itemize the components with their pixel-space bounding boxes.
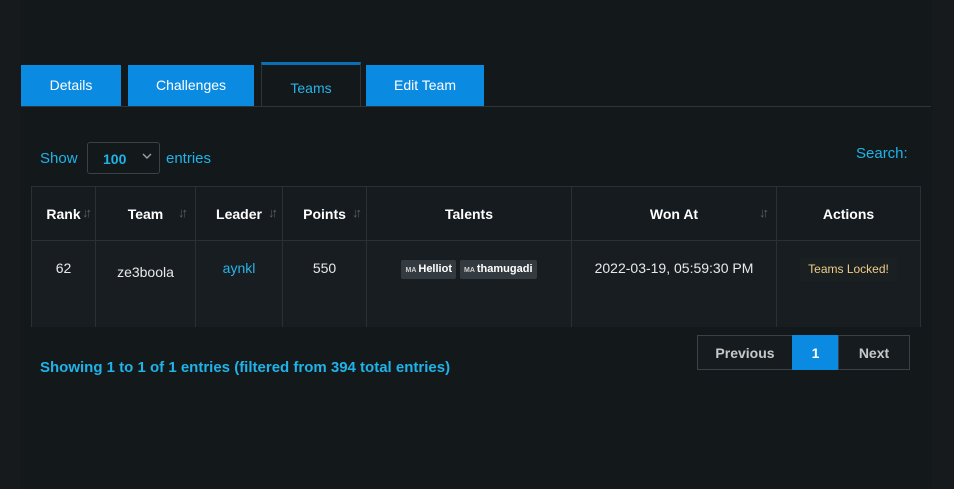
talent-badge: MA (405, 267, 417, 274)
entries-label: entries (166, 150, 212, 167)
talent-badge: MA (464, 267, 475, 274)
column-header-won-at[interactable]: Won At ↓↑ (572, 187, 777, 241)
cell-team: ze3boola (96, 241, 196, 327)
column-header-label: Leader (216, 205, 262, 222)
tab-bar: Details Challenges Teams Edit Team (21, 62, 931, 107)
talent-name: Helliot (418, 263, 452, 275)
cell-points: 550 (283, 241, 367, 327)
show-label: Show (40, 150, 78, 167)
sort-icon: ↓↑ (178, 205, 188, 220)
column-header-label: Team (127, 205, 164, 222)
teams-table: Rank ↓↑ Team ↓↑ Leader ↓↑ Points ↓↑ Tale… (31, 186, 921, 327)
cell-rank: 62 (32, 241, 96, 327)
column-header-label: Won At (649, 205, 699, 222)
cell-talents: MA Helliot MA thamugadi (367, 241, 572, 327)
points-value: 550 (312, 260, 337, 276)
column-header-label: Talents (445, 205, 493, 222)
sort-icon: ↓↑ (82, 205, 92, 220)
previous-button[interactable]: Previous (697, 335, 793, 370)
leader-link[interactable]: aynkl (223, 260, 256, 327)
page-size-select[interactable]: 100 (87, 142, 160, 174)
talent-tag: MA thamugadi (460, 260, 537, 279)
column-header-team[interactable]: Team ↓↑ (96, 187, 196, 241)
column-header-label: Rank (46, 205, 81, 222)
team-name: ze3boola (117, 264, 174, 280)
column-header-rank[interactable]: Rank ↓↑ (32, 187, 96, 241)
talent-tag: MA Helliot (401, 260, 456, 279)
column-header-label: Points (303, 205, 346, 222)
cell-leader: aynkl (196, 241, 283, 327)
page-1-button[interactable]: 1 (792, 335, 839, 370)
tab-edit-team[interactable]: Edit Team (366, 65, 484, 106)
pagination: Previous 1 Next (697, 335, 910, 370)
sort-icon: ↓↑ (268, 205, 278, 220)
tab-details[interactable]: Details (21, 65, 121, 106)
tab-challenges[interactable]: Challenges (128, 65, 254, 106)
next-button[interactable]: Next (838, 335, 910, 370)
column-header-points[interactable]: Points ↓↑ (283, 187, 367, 241)
tab-teams[interactable]: Teams (261, 62, 361, 106)
page-size-value: 100 (103, 151, 127, 167)
search-label: Search: (856, 145, 908, 162)
table-info: Showing 1 to 1 of 1 entries (filtered fr… (40, 359, 451, 376)
won-at-value: 2022-03-19, 05:59:30 PM (594, 260, 754, 276)
sort-icon: ↓↑ (352, 205, 362, 220)
talent-name: thamugadi (476, 263, 533, 275)
column-header-leader[interactable]: Leader ↓↑ (196, 187, 283, 241)
column-header-talents: Talents (367, 187, 572, 241)
column-header-label: Actions (822, 205, 875, 222)
column-header-actions: Actions (777, 187, 920, 241)
teams-locked-label: Teams Locked! (800, 257, 897, 281)
cell-actions: Teams Locked! (777, 241, 920, 327)
sort-icon: ↓↑ (759, 205, 769, 220)
chevron-down-icon (142, 153, 152, 159)
rank-value: 62 (55, 260, 72, 276)
cell-won-at: 2022-03-19, 05:59:30 PM (572, 241, 777, 327)
